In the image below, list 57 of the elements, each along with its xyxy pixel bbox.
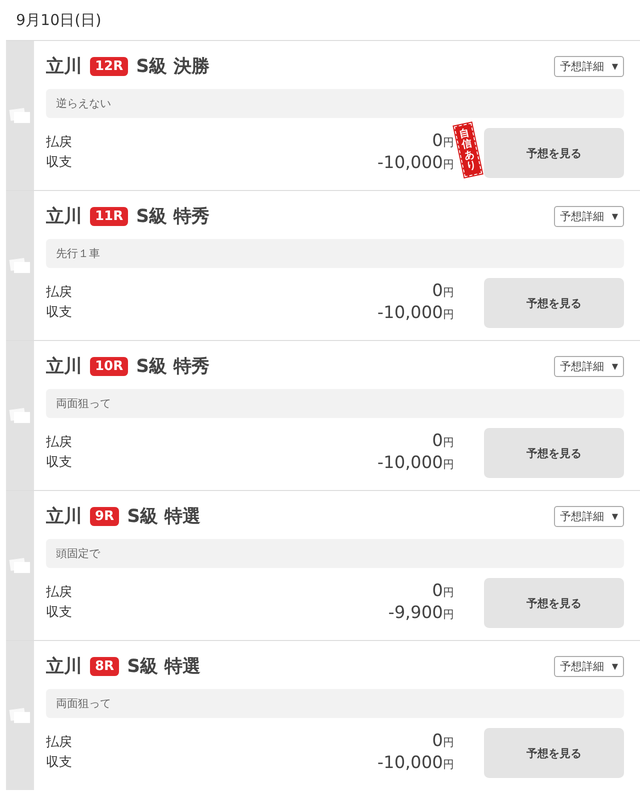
payout-label: 払戻 [46,284,72,302]
view-forecast-button[interactable]: 予想を見る [484,128,624,178]
forecast-detail-dropdown[interactable]: 予想詳細 ▼ [554,656,624,676]
tickets-icon [9,558,31,574]
date-heading: 9月10日(日) [15,10,102,30]
race-grade: S級 特秀 [136,205,210,228]
view-forecast-button[interactable]: 予想を見る [484,428,624,478]
view-forecast-button[interactable]: 予想を見る [484,278,624,328]
balance-amount: -10,000円 [377,453,454,475]
payout-label: 払戻 [46,584,72,602]
race-grade: S級 決勝 [136,55,210,78]
payout-amount: 0円 [432,581,454,603]
balance-label: 収支 [46,154,72,172]
payout-amount: 0円 [432,131,454,153]
forecast-detail-dropdown[interactable]: 予想詳細 ▼ [554,56,624,76]
balance-label: 収支 [46,604,72,622]
race-grade: S級 特選 [127,655,200,678]
tickets-icon [9,258,31,274]
memo-box: 両面狙って [46,689,624,718]
balance-label: 収支 [46,304,72,322]
payout-label: 払戻 [46,134,72,152]
memo-box: 先行１車 [46,239,624,268]
tickets-icon [9,408,31,424]
balance-amount: -10,000円 [377,303,454,325]
balance-label: 収支 [46,754,72,772]
race-grade: S級 特秀 [136,355,210,378]
race-number-badge: 10R [90,356,128,376]
balance-amount: -10,000円 [377,153,454,175]
venue-name: 立川 [46,655,82,678]
balance-amount: -9,900円 [388,603,454,625]
forecast-detail-dropdown[interactable]: 予想詳細 ▼ [554,206,624,226]
forecast-detail-dropdown[interactable]: 予想詳細 ▼ [554,506,624,526]
race-number-badge: 12R [90,56,128,76]
tickets-icon [9,108,31,124]
venue-name: 立川 [46,55,82,78]
view-forecast-button[interactable]: 予想を見る [484,728,624,778]
tickets-icon [9,708,31,724]
view-forecast-button[interactable]: 予想を見る [484,578,624,628]
memo-box: 逆らえない [46,89,624,118]
payout-amount: 0円 [432,281,454,303]
confidence-stamp: 自信あり [454,122,482,178]
race-number-badge: 11R [90,206,128,226]
memo-box: 頭固定で [46,539,624,568]
payout-amount: 0円 [432,431,454,453]
venue-name: 立川 [46,205,82,228]
payout-amount: 0円 [432,731,454,753]
venue-name: 立川 [46,355,82,378]
venue-name: 立川 [46,505,82,528]
balance-amount: -10,000円 [377,753,454,775]
payout-label: 払戻 [46,434,72,452]
race-grade: S級 特選 [127,505,200,528]
race-number-badge: 9R [90,506,120,526]
race-number-badge: 8R [90,656,120,676]
payout-label: 払戻 [46,734,72,752]
balance-label: 収支 [46,454,72,472]
memo-box: 両面狙って [46,389,624,418]
forecast-detail-dropdown[interactable]: 予想詳細 ▼ [554,356,624,376]
